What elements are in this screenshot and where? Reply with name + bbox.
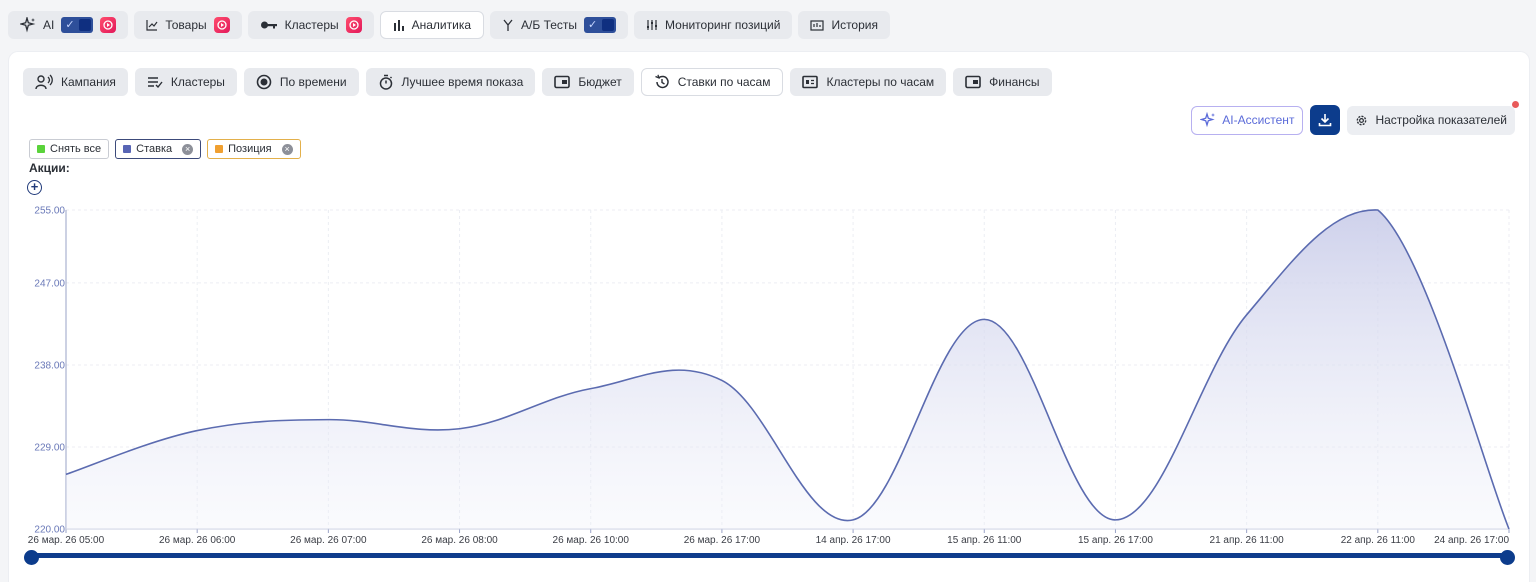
tab-analytics-label: Аналитика	[411, 18, 472, 32]
x-tick-label: 21 апр. 26 11:00	[1210, 535, 1285, 546]
tab-products-label: Товары	[165, 18, 207, 32]
x-tick-label: 26 мар. 26 05:00	[28, 535, 105, 546]
x-tick-label: 15 апр. 26 11:00	[947, 535, 1022, 546]
bar-chart-icon	[393, 20, 404, 31]
y-tick-label: 238.00	[34, 360, 65, 371]
video-badge-icon	[213, 17, 230, 33]
range-slider-end-handle[interactable]	[1500, 550, 1515, 565]
tab-ab-tests-label: А/Б Тесты	[521, 18, 578, 32]
tab-products[interactable]: Товары	[134, 11, 242, 39]
y-tick-label: 220.00	[34, 525, 65, 536]
tab-history[interactable]: История	[798, 11, 890, 39]
split-icon	[503, 19, 513, 31]
x-tick-label: 14 апр. 26 17:00	[816, 535, 891, 546]
analytics-card: Кампания Кластеры По времени Лучшее врем…	[8, 51, 1530, 582]
x-tick-label: 22 апр. 26 11:00	[1341, 535, 1416, 546]
y-tick-label: 229.00	[34, 442, 65, 453]
x-tick-label: 26 мар. 26 10:00	[553, 535, 630, 546]
ai-toggle[interactable]: ✓	[61, 17, 94, 33]
key-icon	[260, 21, 277, 29]
x-tick-label: 26 мар. 26 06:00	[159, 535, 236, 546]
ab-toggle[interactable]: ✓	[584, 17, 617, 33]
x-tick-label: 26 мар. 26 08:00	[421, 535, 498, 546]
tab-ai[interactable]: AI ✓	[8, 11, 129, 39]
video-badge-icon	[100, 17, 117, 33]
history-chart-icon	[810, 20, 825, 31]
x-tick-label: 26 мар. 26 07:00	[290, 535, 367, 546]
tab-analytics[interactable]: Аналитика	[379, 11, 485, 39]
tab-clusters-label: Кластеры	[284, 18, 339, 32]
sliders-icon	[647, 20, 658, 30]
tab-clusters[interactable]: Кластеры	[247, 11, 374, 39]
x-tick-label: 15 апр. 26 17:00	[1078, 535, 1153, 546]
tab-ab-tests[interactable]: А/Б Тесты ✓	[490, 11, 629, 39]
video-badge-icon	[345, 17, 362, 33]
sparkle-icon	[20, 17, 36, 33]
y-tick-label: 255.00	[34, 206, 65, 217]
tab-position-monitoring[interactable]: Мониторинг позиций	[634, 11, 793, 39]
y-tick-label: 247.00	[34, 278, 65, 289]
trend-chart-icon	[146, 20, 158, 31]
tab-position-monitoring-label: Мониторинг позиций	[665, 18, 781, 32]
top-tab-bar: AI ✓ Товары Кластеры Аналитика А/Б Тесты…	[8, 11, 890, 39]
tab-history-label: История	[831, 18, 878, 32]
series-area-fill	[66, 209, 1509, 529]
x-tick-label: 24 апр. 26 17:00	[1434, 535, 1509, 546]
range-slider-start-handle[interactable]	[24, 550, 39, 565]
x-tick-label: 26 мар. 26 17:00	[684, 535, 761, 546]
range-slider-track[interactable]	[31, 553, 1509, 558]
tab-ai-label: AI	[43, 18, 55, 32]
bids-chart: 220.00 229.00 238.00 247.00 255.00 26 мар. 26…	[28, 206, 1510, 546]
